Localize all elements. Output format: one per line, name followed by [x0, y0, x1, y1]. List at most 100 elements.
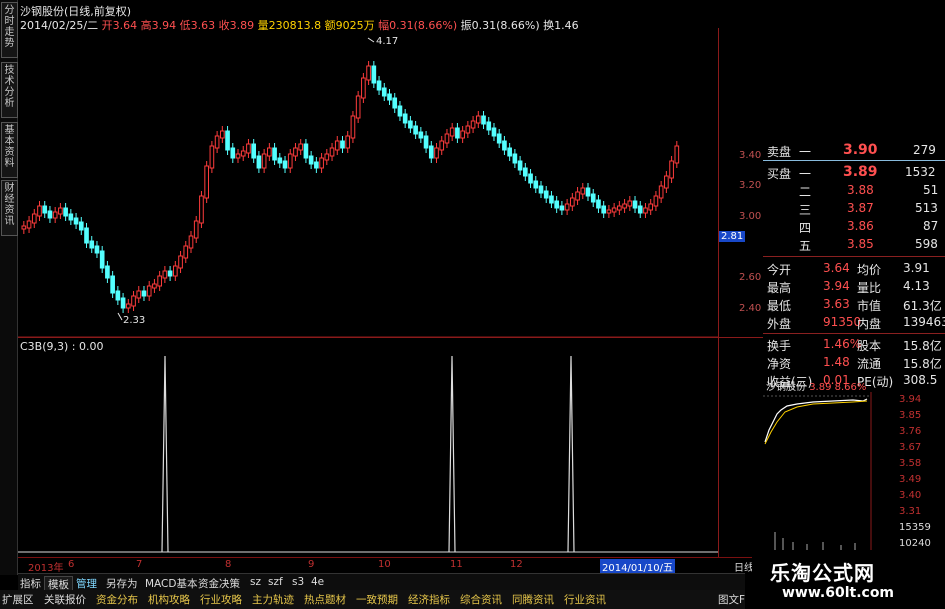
candle[interactable]: [496, 133, 502, 144]
candle[interactable]: [334, 140, 340, 151]
candle[interactable]: [517, 160, 523, 171]
candle[interactable]: [355, 95, 361, 119]
btn-general-news[interactable]: 综合资讯: [460, 592, 502, 607]
btn-szf[interactable]: szf: [268, 576, 283, 588]
candle[interactable]: [63, 207, 68, 217]
candle[interactable]: [528, 173, 533, 184]
btn-s3[interactable]: s3: [292, 576, 304, 588]
candle[interactable]: [648, 203, 654, 211]
btn-capital-distribution[interactable]: 资金分布: [96, 592, 138, 607]
candle[interactable]: [73, 217, 79, 225]
candle[interactable]: [397, 105, 403, 117]
candle[interactable]: [481, 115, 486, 125]
candle[interactable]: [585, 187, 591, 197]
candle[interactable]: [491, 127, 497, 137]
tab-technical[interactable]: 技术分析: [1, 62, 18, 118]
candle[interactable]: [606, 209, 612, 214]
candle[interactable]: [68, 213, 74, 221]
candle[interactable]: [298, 143, 304, 151]
candle[interactable]: [131, 295, 136, 307]
candle[interactable]: [26, 220, 32, 229]
candle[interactable]: [209, 145, 215, 169]
btn-main-track[interactable]: 主力轨迹: [252, 592, 294, 607]
candle[interactable]: [136, 290, 142, 299]
candle[interactable]: [632, 200, 638, 209]
candle[interactable]: [664, 175, 669, 189]
candle[interactable]: [220, 130, 225, 139]
candle[interactable]: [120, 297, 126, 309]
candle[interactable]: [303, 143, 309, 159]
candle[interactable]: [314, 161, 319, 169]
candle[interactable]: [84, 227, 89, 244]
candle[interactable]: [408, 120, 413, 129]
btn-graphic[interactable]: 图文F: [718, 592, 745, 607]
candle[interactable]: [235, 153, 241, 159]
candle[interactable]: [282, 160, 288, 169]
candle[interactable]: [387, 93, 392, 101]
candle[interactable]: [157, 275, 162, 287]
candle[interactable]: [115, 290, 121, 301]
candle[interactable]: [627, 200, 633, 207]
btn-hot-topics[interactable]: 热点题材: [304, 592, 346, 607]
candle[interactable]: [564, 203, 570, 211]
btn-industry-news[interactable]: 行业资讯: [564, 592, 606, 607]
candle[interactable]: [361, 77, 366, 99]
btn-indicator[interactable]: 指标: [20, 576, 41, 591]
btn-extend-area[interactable]: 扩展区: [2, 592, 34, 607]
candle[interactable]: [554, 200, 559, 209]
candle[interactable]: [366, 65, 371, 81]
period-label[interactable]: 日线: [734, 559, 754, 574]
candle[interactable]: [172, 265, 178, 277]
candle[interactable]: [240, 150, 246, 157]
candle[interactable]: [319, 157, 324, 169]
candle[interactable]: [439, 140, 445, 151]
btn-save-as[interactable]: 另存为: [106, 576, 138, 591]
candle[interactable]: [47, 210, 53, 219]
candle[interactable]: [371, 65, 377, 84]
candle[interactable]: [329, 147, 335, 157]
candle[interactable]: [178, 255, 183, 269]
candle[interactable]: [251, 143, 257, 159]
candle[interactable]: [110, 275, 115, 294]
btn-consensus[interactable]: 一致预期: [356, 592, 398, 607]
candle[interactable]: [580, 187, 586, 195]
candle[interactable]: [141, 290, 147, 297]
candle[interactable]: [152, 283, 157, 289]
btn-capital-decision[interactable]: 资金决策: [198, 576, 240, 591]
candle[interactable]: [570, 197, 575, 207]
candle[interactable]: [669, 160, 674, 179]
candle[interactable]: [340, 140, 345, 149]
candle[interactable]: [267, 147, 272, 157]
candle[interactable]: [52, 211, 58, 219]
candle[interactable]: [465, 125, 471, 134]
candle[interactable]: [183, 245, 189, 259]
candle[interactable]: [272, 147, 277, 161]
tab-news[interactable]: 财经资讯: [1, 180, 18, 236]
candle[interactable]: [204, 165, 209, 199]
candle[interactable]: [674, 145, 680, 164]
btn-industry[interactable]: 行业攻略: [200, 592, 242, 607]
candle[interactable]: [402, 113, 408, 124]
candle[interactable]: [590, 193, 596, 203]
candle[interactable]: [637, 205, 643, 214]
candle[interactable]: [246, 143, 251, 154]
candle[interactable]: [502, 140, 507, 151]
candle[interactable]: [345, 135, 351, 149]
candle[interactable]: [31, 213, 37, 224]
candle[interactable]: [261, 153, 267, 169]
candle[interactable]: [105, 265, 110, 279]
candle[interactable]: [622, 203, 627, 209]
candle[interactable]: [293, 147, 298, 157]
candle[interactable]: [434, 147, 439, 159]
candle[interactable]: [324, 153, 330, 161]
candle[interactable]: [125, 303, 131, 309]
candle[interactable]: [308, 155, 314, 165]
candle[interactable]: [376, 80, 382, 91]
candle[interactable]: [381, 87, 387, 97]
candle[interactable]: [89, 240, 95, 249]
candle[interactable]: [423, 135, 429, 149]
candle[interactable]: [37, 205, 42, 217]
candle[interactable]: [460, 130, 465, 139]
candle[interactable]: [596, 199, 601, 209]
candle[interactable]: [428, 145, 434, 159]
